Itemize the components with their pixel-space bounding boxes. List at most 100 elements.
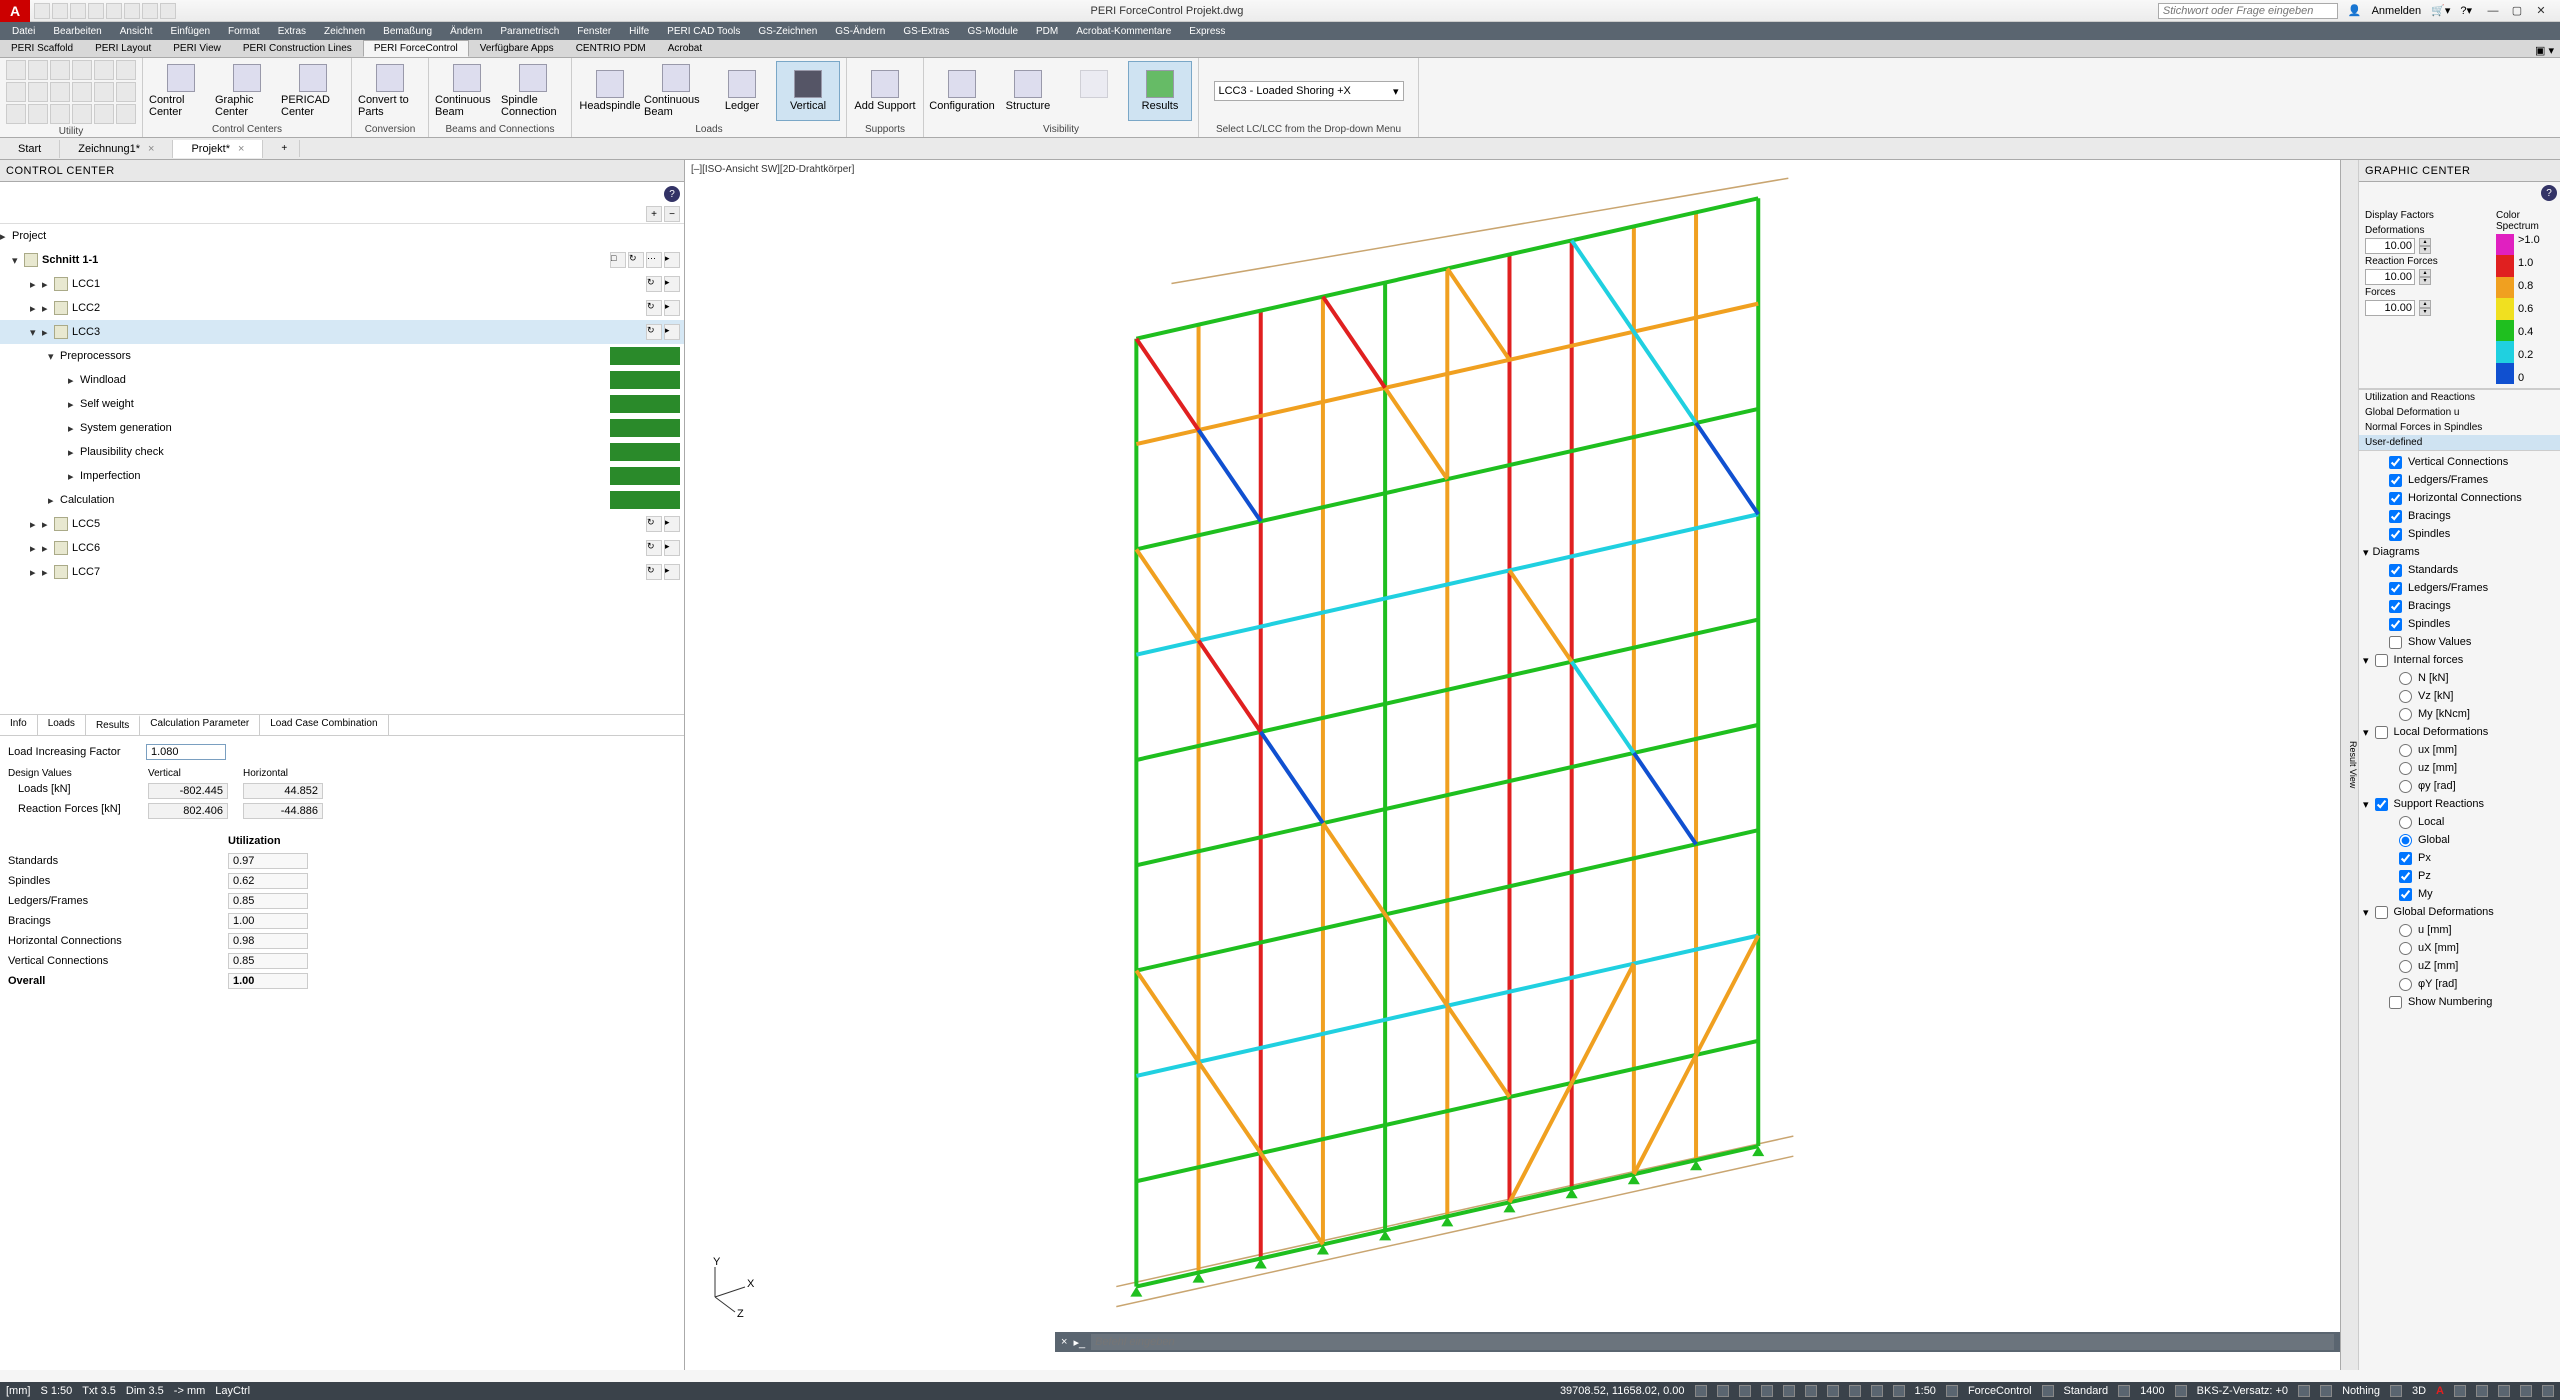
- tree-lcc-selected[interactable]: LCC3: [72, 326, 646, 338]
- sb-forcecontrol[interactable]: ForceControl: [1968, 1385, 2032, 1397]
- rad-phiy[interactable]: [2399, 780, 2412, 793]
- chk-vertical-connections[interactable]: [2389, 456, 2402, 469]
- chk-spindles2[interactable]: [2389, 618, 2402, 631]
- maximize-button[interactable]: ▢: [2506, 3, 2528, 19]
- sb-gear-icon[interactable]: [1946, 1385, 1958, 1397]
- row-btn[interactable]: ▸: [664, 540, 680, 556]
- menu-item[interactable]: GS-Module: [959, 24, 1026, 39]
- row-btn[interactable]: ↻: [628, 252, 644, 268]
- sb-bks[interactable]: BKS-Z-Versatz: +0: [2197, 1385, 2288, 1397]
- tree-lcc[interactable]: LCC6: [72, 542, 646, 554]
- sb-icon[interactable]: [1827, 1385, 1839, 1397]
- minimize-button[interactable]: —: [2482, 3, 2504, 19]
- qat-save-icon[interactable]: [70, 3, 86, 19]
- results-tab[interactable]: Loads: [38, 715, 86, 735]
- expand-icon[interactable]: ▸: [48, 494, 60, 507]
- tree-expand-icon[interactable]: +: [646, 206, 662, 222]
- tree-preproc[interactable]: Preprocessors: [60, 350, 610, 362]
- chk-bracings2[interactable]: [2389, 600, 2402, 613]
- subtab[interactable]: PERI Layout: [84, 40, 162, 57]
- continuous-beam-button[interactable]: Continuous Beam: [435, 61, 499, 121]
- row-btn[interactable]: ↻: [646, 540, 662, 556]
- result-view-vtab[interactable]: Result View: [2341, 160, 2359, 1370]
- tree-lcc[interactable]: LCC1: [72, 278, 646, 290]
- expand-icon[interactable]: ▾: [2363, 726, 2369, 739]
- util-btn[interactable]: [6, 60, 26, 80]
- menu-item[interactable]: Einfügen: [163, 24, 218, 39]
- menu-item[interactable]: Format: [220, 24, 268, 39]
- util-btn[interactable]: [116, 82, 136, 102]
- util-btn[interactable]: [28, 60, 48, 80]
- qat-saveas-icon[interactable]: [88, 3, 104, 19]
- list-item[interactable]: Global Deformation u: [2359, 405, 2560, 420]
- util-btn[interactable]: [72, 60, 92, 80]
- headspindle-button[interactable]: Headspindle: [578, 61, 642, 121]
- list-item[interactable]: Normal Forces in Spindles: [2359, 420, 2560, 435]
- sb-icon[interactable]: [2454, 1385, 2466, 1397]
- menu-item[interactable]: Bearbeiten: [45, 24, 109, 39]
- sb-menu-icon[interactable]: [2542, 1385, 2554, 1397]
- rf-factor-input[interactable]: [2365, 269, 2415, 285]
- rad-vz[interactable]: [2399, 690, 2412, 703]
- chk-horizontal-connections[interactable]: [2389, 492, 2402, 505]
- rad-phiY[interactable]: [2399, 978, 2412, 991]
- rad-uX[interactable]: [2399, 942, 2412, 955]
- chk-local-def[interactable]: [2375, 726, 2388, 739]
- row-btn[interactable]: ↻: [646, 564, 662, 580]
- rad-uz[interactable]: [2399, 762, 2412, 775]
- sb-icon[interactable]: [1783, 1385, 1795, 1397]
- qat-print-icon[interactable]: [106, 3, 122, 19]
- qat-new-icon[interactable]: [34, 3, 50, 19]
- tree-item[interactable]: Plausibility check: [80, 446, 610, 458]
- util-btn[interactable]: [94, 60, 114, 80]
- tree-item[interactable]: Self weight: [80, 398, 610, 410]
- results-tab[interactable]: Load Case Combination: [260, 715, 388, 735]
- structure-button[interactable]: Structure: [996, 61, 1060, 121]
- help-icon[interactable]: ?▾: [2460, 4, 2472, 17]
- sb-icon[interactable]: [2042, 1385, 2054, 1397]
- tree-item[interactable]: Imperfection: [80, 470, 610, 482]
- sb-icon[interactable]: [2298, 1385, 2310, 1397]
- row-btn[interactable]: ↻: [646, 516, 662, 532]
- convert-button[interactable]: Convert to Parts: [358, 61, 422, 121]
- menu-item[interactable]: Ansicht: [112, 24, 161, 39]
- sb-A-icon[interactable]: A: [2436, 1385, 2444, 1397]
- util-btn[interactable]: [28, 104, 48, 124]
- help-icon[interactable]: ?: [2541, 185, 2557, 201]
- util-btn[interactable]: [94, 104, 114, 124]
- util-btn[interactable]: [94, 82, 114, 102]
- menu-item[interactable]: PERI CAD Tools: [659, 24, 748, 39]
- rad-my[interactable]: [2399, 708, 2412, 721]
- close-cmd-icon[interactable]: ×: [1061, 1336, 1067, 1348]
- chk-pz[interactable]: [2399, 870, 2412, 883]
- expand-icon[interactable]: ▸: [68, 398, 80, 411]
- menu-item[interactable]: Ändern: [442, 24, 490, 39]
- sb-icon[interactable]: [2390, 1385, 2402, 1397]
- subtab[interactable]: Acrobat: [657, 40, 713, 57]
- expand-icon[interactable]: ▾: [2363, 654, 2369, 667]
- qat-more-icon[interactable]: [160, 3, 176, 19]
- doc-tab-active[interactable]: Projekt*×: [173, 140, 263, 158]
- expand-icon[interactable]: ▸: [68, 374, 80, 387]
- spin-up-icon[interactable]: ▴: [2419, 269, 2431, 277]
- chk-ledgers[interactable]: [2389, 474, 2402, 487]
- expand-icon[interactable]: ▸: [30, 278, 42, 291]
- menu-item[interactable]: Extras: [270, 24, 314, 39]
- subtab[interactable]: CENTRIO PDM: [565, 40, 657, 57]
- menu-item[interactable]: GS-Zeichnen: [750, 24, 825, 39]
- menu-item[interactable]: PDM: [1028, 24, 1066, 39]
- rad-n[interactable]: [2399, 672, 2412, 685]
- expand-icon[interactable]: ▸: [68, 470, 80, 483]
- ribbon-collapse-icon[interactable]: ▣ ▾: [2529, 44, 2560, 57]
- menu-item[interactable]: Acrobat-Kommentare: [1068, 24, 1179, 39]
- login-icon[interactable]: 👤: [2348, 4, 2362, 17]
- add-support-button[interactable]: Add Support: [853, 61, 917, 121]
- util-btn[interactable]: [28, 82, 48, 102]
- tree-project[interactable]: Project: [12, 230, 46, 242]
- chk-ledgers2[interactable]: [2389, 582, 2402, 595]
- expand-icon[interactable]: ▾: [12, 254, 24, 267]
- util-btn[interactable]: [50, 82, 70, 102]
- util-btn[interactable]: [116, 104, 136, 124]
- sb-icon[interactable]: [1739, 1385, 1751, 1397]
- sb-icon[interactable]: [2320, 1385, 2332, 1397]
